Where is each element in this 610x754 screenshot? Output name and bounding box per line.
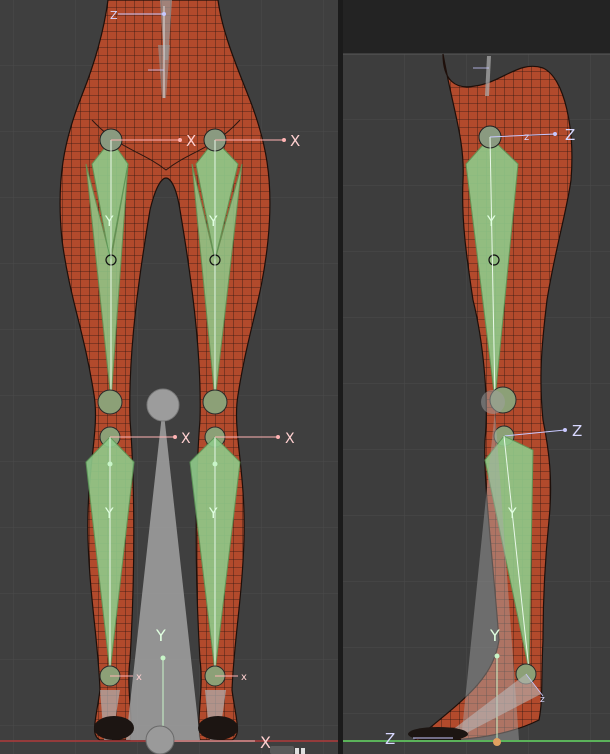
axis-label-y-thigh-side: Y xyxy=(486,214,496,230)
axis-label-y-thigh-left: Y xyxy=(104,214,114,230)
front-viewport-canvas[interactable]: Z X X Y Y X X Y Y Y x x X xyxy=(0,0,338,754)
axis-label-z-knee-side: Z xyxy=(572,422,582,440)
axis-label-x-bottom: X xyxy=(260,733,271,752)
axis-label-x-knee-left: X xyxy=(181,431,191,447)
side-viewport[interactable]: Z z Y Z Y Y Z z xyxy=(343,0,610,754)
foot-side xyxy=(408,727,468,741)
axis-label-z-hip-small: z xyxy=(524,132,529,143)
axis-label-z-foot: z xyxy=(540,695,545,705)
side-viewport-canvas[interactable]: Z z Y Z Y Y Z z xyxy=(343,0,610,754)
axis-label-y-shin-right: Y xyxy=(208,506,218,522)
axis-label-y-shin-side: Y xyxy=(507,506,517,522)
axis-label-x-foot-left: x xyxy=(136,672,142,683)
front-viewport[interactable]: Z X X Y Y X X Y Y Y x x X xyxy=(0,0,338,754)
axis-label-y-root-side: Y xyxy=(489,626,500,645)
axis-label-y-shin-left: Y xyxy=(104,506,114,522)
axis-label-y-root: Y xyxy=(155,626,166,645)
axis-label-z-top: Z xyxy=(110,9,118,22)
axis-label-z-floor: Z xyxy=(385,730,395,748)
circle-gizmo-icon[interactable] xyxy=(145,725,175,754)
axis-label-x-knee-right: X xyxy=(285,431,295,447)
axis-label-x-hip-right: X xyxy=(290,132,300,150)
axis-label-z-hip-side: Z xyxy=(565,126,575,144)
blender-viewports: Z X X Y Y X X Y Y Y x x X Z z Y Z Y Y Z … xyxy=(0,0,610,754)
axis-label-x-foot-right: x xyxy=(241,672,247,683)
axis-label-x-hip-left: X xyxy=(186,132,196,150)
axis-label-y-thigh-right: Y xyxy=(208,214,218,230)
side-origin-point xyxy=(493,738,501,746)
